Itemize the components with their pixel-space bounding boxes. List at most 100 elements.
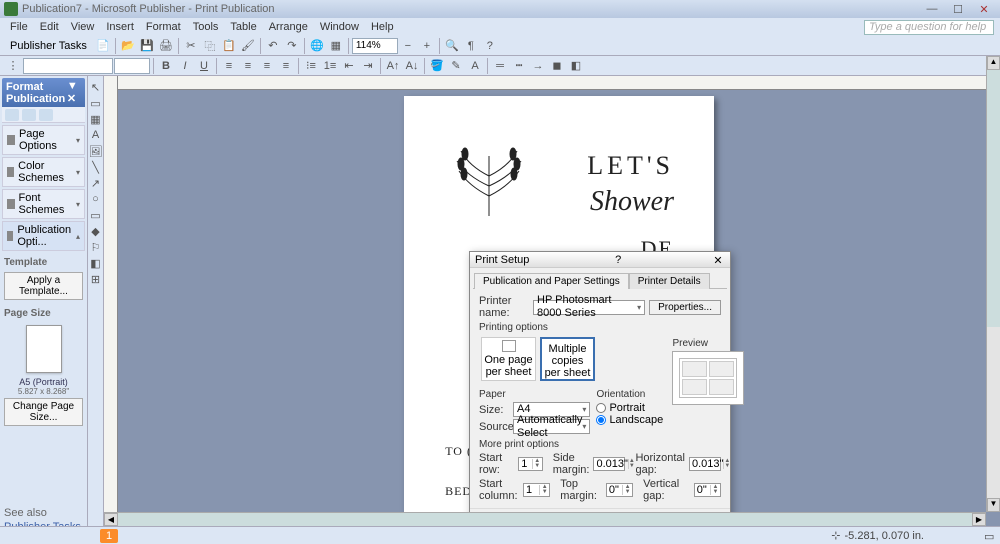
line-tool-icon[interactable]: ╲ — [89, 160, 103, 174]
bookmark-tool-icon[interactable]: ⚐ — [89, 240, 103, 254]
maximize-button[interactable]: ☐ — [946, 2, 970, 16]
menu-file[interactable]: File — [4, 19, 34, 35]
numbering-icon[interactable]: 1≡ — [321, 57, 339, 75]
dialog-titlebar[interactable]: Print Setup ? ✕ — [470, 252, 730, 268]
menu-table[interactable]: Table — [224, 19, 262, 35]
bullets-icon[interactable]: ⁝≡ — [302, 57, 320, 75]
undo-icon[interactable]: ↶ — [264, 37, 282, 55]
design-gallery-icon[interactable]: ◧ — [89, 256, 103, 270]
minimize-button[interactable]: — — [920, 2, 944, 16]
scroll-left-icon[interactable]: ◀ — [104, 513, 118, 526]
format-painter-icon[interactable]: 🖌 — [239, 37, 257, 55]
page-number-badge[interactable]: 1 — [100, 529, 118, 543]
tab-publication-settings[interactable]: Publication and Paper Settings — [474, 273, 629, 289]
radio-portrait[interactable]: Portrait — [596, 402, 666, 414]
cut-icon[interactable]: ✂ — [182, 37, 200, 55]
tab-printer-details[interactable]: Printer Details — [629, 273, 710, 289]
sidebar-item-publication-options[interactable]: Publication Opti...▴ — [2, 221, 85, 251]
top-margin-input[interactable]: 0"▲▼ — [606, 483, 633, 497]
fontsize-select[interactable] — [114, 58, 150, 74]
line-style-icon[interactable]: ═ — [491, 57, 509, 75]
zoom-input[interactable]: 114% — [352, 38, 398, 54]
menu-view[interactable]: View — [65, 19, 101, 35]
vertical-scrollbar[interactable]: ▲ ▼ — [986, 56, 1000, 512]
menu-arrange[interactable]: Arrange — [263, 19, 314, 35]
properties-button[interactable]: Properties... — [649, 300, 721, 315]
grip-icon[interactable]: ⋮ — [4, 57, 22, 75]
scroll-right-icon[interactable]: ▶ — [972, 513, 986, 526]
option-one-per-sheet[interactable]: One page per sheet — [481, 337, 536, 381]
start-col-input[interactable]: 1▲▼ — [523, 483, 550, 497]
help-icon[interactable]: ? — [481, 37, 499, 55]
publisher-tasks-label[interactable]: Publisher Tasks — [4, 40, 93, 52]
apply-template-button[interactable]: Apply a Template... — [4, 272, 83, 300]
side-margin-input[interactable]: 0.013"▲▼ — [593, 457, 625, 471]
menu-help[interactable]: Help — [365, 19, 400, 35]
open-icon[interactable]: 📂 — [119, 37, 137, 55]
radio-landscape[interactable]: Landscape — [596, 414, 666, 426]
menu-edit[interactable]: Edit — [34, 19, 65, 35]
increase-font-icon[interactable]: A↑ — [384, 57, 402, 75]
line-color-icon[interactable]: ✎ — [447, 57, 465, 75]
print-icon[interactable]: 🖨 — [157, 37, 175, 55]
font-select[interactable] — [23, 58, 113, 74]
picture-tool-icon[interactable]: 🖼 — [89, 144, 103, 158]
research-icon[interactable]: 🔍 — [443, 37, 461, 55]
align-right-icon[interactable]: ≡ — [258, 57, 276, 75]
dash-style-icon[interactable]: ┅ — [510, 57, 528, 75]
zoom-in-icon[interactable]: + — [418, 37, 436, 55]
help-icon[interactable]: ? — [615, 254, 621, 266]
sidebar-item-color-schemes[interactable]: Color Schemes▾ — [2, 157, 85, 187]
bold-icon[interactable]: B — [157, 57, 175, 75]
option-multiple-per-sheet[interactable]: Multiple copies per sheet — [540, 337, 595, 381]
wordart-tool-icon[interactable]: A — [89, 128, 103, 142]
table-tool-icon[interactable]: ▦ — [89, 112, 103, 126]
textbox-tool-icon[interactable]: ▭ — [89, 96, 103, 110]
menu-format[interactable]: Format — [140, 19, 187, 35]
scroll-up-icon[interactable]: ▲ — [987, 56, 1000, 70]
webpage-preview-icon[interactable]: 🌐 — [308, 37, 326, 55]
dialog-close-button[interactable]: ✕ — [711, 254, 725, 266]
save-icon[interactable]: 💾 — [138, 37, 156, 55]
decrease-indent-icon[interactable]: ⇤ — [340, 57, 358, 75]
underline-icon[interactable]: U — [195, 57, 213, 75]
hscroll-thumb[interactable] — [118, 513, 972, 526]
select-tool-icon[interactable]: ↖ — [89, 80, 103, 94]
close-button[interactable]: ✕ — [972, 2, 996, 16]
nav-home-icon[interactable] — [39, 109, 53, 121]
nav-back-icon[interactable] — [5, 109, 19, 121]
special-chars-icon[interactable]: ¶ — [462, 37, 480, 55]
autoshapes-tool-icon[interactable]: ◆ — [89, 224, 103, 238]
italic-icon[interactable]: I — [176, 57, 194, 75]
zoom-out-icon[interactable]: − — [399, 37, 417, 55]
pagesize-thumbnail[interactable] — [26, 325, 62, 373]
copy-icon[interactable]: ⿻ — [201, 37, 219, 55]
scroll-down-icon[interactable]: ▼ — [987, 498, 1000, 512]
v-gap-input[interactable]: 0"▲▼ — [694, 483, 721, 497]
help-search-input[interactable]: Type a question for help — [864, 20, 994, 35]
sidebar-item-page-options[interactable]: Page Options▾ — [2, 125, 85, 155]
shadow-icon[interactable]: ◼ — [548, 57, 566, 75]
paste-icon[interactable]: 📋 — [220, 37, 238, 55]
start-row-input[interactable]: 1▲▼ — [518, 457, 543, 471]
increase-indent-icon[interactable]: ⇥ — [359, 57, 377, 75]
justify-icon[interactable]: ≡ — [277, 57, 295, 75]
arrow-tool-icon[interactable]: ↗ — [89, 176, 103, 190]
change-page-size-button[interactable]: Change Page Size... — [4, 398, 83, 426]
new-icon[interactable]: 📄 — [94, 37, 112, 55]
paper-source-select[interactable]: Automatically Select▾ — [513, 419, 590, 434]
printer-name-select[interactable]: HP Photosmart 8000 Series▾ — [533, 300, 645, 315]
rect-tool-icon[interactable]: ▭ — [89, 208, 103, 222]
align-left-icon[interactable]: ≡ — [220, 57, 238, 75]
columns-icon[interactable]: ▦ — [327, 37, 345, 55]
fill-color-icon[interactable]: 🪣 — [428, 57, 446, 75]
nav-fwd-icon[interactable] — [22, 109, 36, 121]
menu-window[interactable]: Window — [314, 19, 365, 35]
arrow-style-icon[interactable]: → — [529, 57, 547, 75]
horizontal-scrollbar[interactable]: ◀ ▶ — [104, 512, 986, 526]
decrease-font-icon[interactable]: A↓ — [403, 57, 421, 75]
menu-tools[interactable]: Tools — [187, 19, 225, 35]
redo-icon[interactable]: ↷ — [283, 37, 301, 55]
3d-icon[interactable]: ◧ — [567, 57, 585, 75]
sidebar-item-font-schemes[interactable]: Font Schemes▾ — [2, 189, 85, 219]
